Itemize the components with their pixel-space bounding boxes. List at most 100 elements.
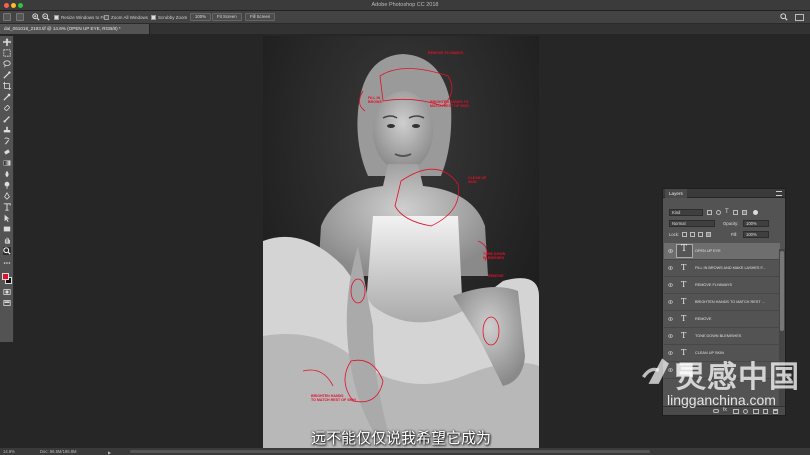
annotation-brighten-hands-top: BRIGHTEN HANDS TO MATCH REST OF SKIN bbox=[430, 100, 469, 108]
layer-name: REMOVE bbox=[695, 317, 712, 321]
filter-smart-object-icon[interactable] bbox=[742, 210, 747, 215]
type-layer-icon: T bbox=[681, 331, 687, 340]
history-brush-tool-icon[interactable] bbox=[3, 137, 11, 145]
zoom-all-windows-checkbox[interactable]: Zoom All Windows bbox=[104, 14, 148, 21]
zoom-100-button[interactable]: 100% bbox=[190, 13, 211, 21]
layer-row[interactable]: T TONE DOWN BLEMISHES bbox=[664, 328, 780, 345]
horizontal-scrollbar[interactable] bbox=[130, 450, 650, 453]
clone-stamp-tool-icon[interactable] bbox=[3, 126, 11, 134]
eraser-tool-icon[interactable] bbox=[3, 148, 11, 156]
visibility-eye-icon[interactable] bbox=[668, 283, 673, 287]
layer-row[interactable]: T OPEN UP EYE bbox=[664, 243, 780, 260]
lock-all-icon[interactable] bbox=[706, 232, 711, 237]
zoom-out-icon[interactable] bbox=[42, 13, 50, 21]
type-layer-icon: T bbox=[681, 280, 687, 289]
fill-screen-button[interactable]: Fill Screen bbox=[245, 13, 276, 21]
path-selection-tool-icon[interactable] bbox=[3, 214, 11, 222]
filter-toggle-icon[interactable] bbox=[753, 210, 758, 215]
filter-pixel-icon[interactable] bbox=[707, 210, 712, 215]
lock-position-icon[interactable] bbox=[698, 232, 703, 237]
annotation-clean-up-skin: CLEAN UP SKIN bbox=[468, 176, 487, 184]
layer-name: OPEN UP EYE bbox=[695, 249, 721, 253]
visibility-eye-icon[interactable] bbox=[668, 334, 673, 338]
document-tab[interactable]: dal_061018_2193.tif @ 14.6% (OPEN UP EYE… bbox=[0, 24, 150, 34]
blend-mode-select[interactable]: Normal bbox=[669, 220, 715, 227]
annotation-remove-flyaways: REMOVE FLYAWAYS bbox=[428, 51, 464, 55]
layer-filter-row: Kind T bbox=[665, 208, 783, 217]
quick-selection-tool-icon[interactable] bbox=[3, 71, 11, 79]
brush-tool-icon[interactable] bbox=[3, 115, 11, 123]
marquee-tool-icon[interactable] bbox=[3, 49, 11, 57]
scrubby-zoom-checkbox[interactable]: Scrubby Zoom bbox=[151, 14, 187, 21]
eyedropper-tool-icon[interactable] bbox=[3, 93, 11, 101]
filter-type-icon[interactable]: T bbox=[725, 208, 729, 217]
workspace-icon[interactable] bbox=[795, 14, 804, 21]
quick-mask-icon[interactable] bbox=[3, 288, 11, 296]
filter-adjustment-icon[interactable] bbox=[716, 210, 721, 215]
title-bar: Adobe Photoshop CC 2018 bbox=[0, 0, 810, 11]
lock-transparent-icon[interactable] bbox=[682, 232, 687, 237]
blur-tool-icon[interactable] bbox=[3, 170, 11, 178]
visibility-eye-icon[interactable] bbox=[668, 317, 673, 321]
foreground-color-swatch[interactable] bbox=[2, 273, 9, 280]
zoom-tool-preset-icon[interactable] bbox=[16, 13, 24, 21]
resize-windows-checkbox[interactable]: Resize Windows to Fit bbox=[54, 14, 106, 21]
pen-tool-icon[interactable] bbox=[3, 192, 11, 200]
status-zoom[interactable]: 14.6% bbox=[3, 448, 15, 455]
fill-label: Fill: bbox=[731, 232, 738, 237]
annotation-brighten-hands-bottom: BRIGHTEN HANDS TO MATCH REST OF SKIN bbox=[311, 394, 356, 402]
search-icon[interactable] bbox=[780, 13, 788, 21]
filter-kind-select[interactable]: Kind bbox=[669, 209, 703, 216]
video-subtitle: 远不能仅仅说我希望它成为 bbox=[310, 430, 491, 447]
visibility-eye-icon[interactable] bbox=[668, 300, 673, 304]
lasso-tool-icon[interactable] bbox=[3, 60, 11, 68]
status-arrow-icon[interactable]: ▶ bbox=[108, 449, 111, 455]
lock-label: Lock: bbox=[669, 232, 680, 237]
status-bar: 14.6% Doc: 86.5M/186.8M ▶ bbox=[0, 448, 810, 455]
layer-row[interactable]: T FILL IN BROWS AND MAKE LASHES F... bbox=[664, 260, 780, 277]
visibility-eye-icon[interactable] bbox=[668, 266, 673, 270]
watermark-chinese-text: 灵感中国 bbox=[676, 361, 800, 394]
type-tool-icon[interactable] bbox=[3, 203, 11, 211]
crop-tool-icon[interactable] bbox=[3, 82, 11, 90]
annotation-remove: REMOVE bbox=[488, 274, 504, 278]
lock-fill-row: Lock: Fill: 100% bbox=[665, 230, 783, 239]
opacity-label: Opacity: bbox=[723, 221, 739, 226]
watermark-logo-icon bbox=[641, 358, 669, 384]
more-tools-icon[interactable] bbox=[3, 259, 11, 267]
shape-tool-icon[interactable] bbox=[3, 225, 11, 233]
tools-panel bbox=[0, 36, 14, 342]
layer-row[interactable]: T BRIGHTEN HANDS TO MATCH REST ... bbox=[664, 294, 780, 311]
visibility-eye-icon[interactable] bbox=[668, 249, 673, 253]
fill-input[interactable]: 100% bbox=[743, 231, 769, 238]
panel-menu-icon[interactable] bbox=[776, 191, 782, 196]
watermark: 灵感中国 lingganchina.com bbox=[640, 352, 800, 412]
healing-brush-tool-icon[interactable] bbox=[3, 104, 11, 112]
gradient-tool-icon[interactable] bbox=[3, 159, 11, 167]
tab-layers[interactable]: Layers bbox=[665, 189, 687, 198]
filter-shape-icon[interactable] bbox=[733, 210, 738, 215]
annotation-fill-in-brows: FILL IN BROWS bbox=[368, 96, 382, 104]
options-bar: Resize Windows to Fit Zoom All Windows S… bbox=[0, 11, 810, 24]
dodge-tool-icon[interactable] bbox=[3, 181, 11, 189]
layers-scrollbar-thumb[interactable] bbox=[780, 251, 784, 331]
layer-row[interactable]: T REMOVE FLYAWAYS bbox=[664, 277, 780, 294]
document-canvas[interactable]: REMOVE FLYAWAYS FILL IN BROWS BRIGHTEN H… bbox=[263, 36, 539, 448]
annotation-tone-down-blemishes: TONE DOWN BLEMISHES bbox=[483, 252, 506, 260]
opacity-input[interactable]: 100% bbox=[743, 220, 769, 227]
lock-pixels-icon[interactable] bbox=[690, 232, 695, 237]
type-layer-icon: T bbox=[681, 263, 687, 272]
hand-tool-icon[interactable] bbox=[3, 236, 11, 244]
watermark-url-text: lingganchina.com bbox=[667, 392, 776, 408]
app-title: Adobe Photoshop CC 2018 bbox=[371, 2, 439, 8]
screen-mode-icon[interactable] bbox=[3, 299, 11, 307]
blend-opacity-row: Normal Opacity: 100% bbox=[665, 219, 783, 228]
layer-row[interactable]: T REMOVE bbox=[664, 311, 780, 328]
fit-screen-button[interactable]: Fit Screen bbox=[212, 13, 242, 21]
move-tool-icon[interactable] bbox=[3, 38, 11, 46]
status-doc-size: Doc: 86.5M/186.8M bbox=[40, 449, 77, 454]
home-icon[interactable] bbox=[3, 13, 11, 21]
zoom-tool-icon[interactable] bbox=[3, 247, 11, 255]
zoom-in-icon[interactable] bbox=[32, 13, 40, 21]
layer-name: TONE DOWN BLEMISHES bbox=[695, 334, 742, 338]
